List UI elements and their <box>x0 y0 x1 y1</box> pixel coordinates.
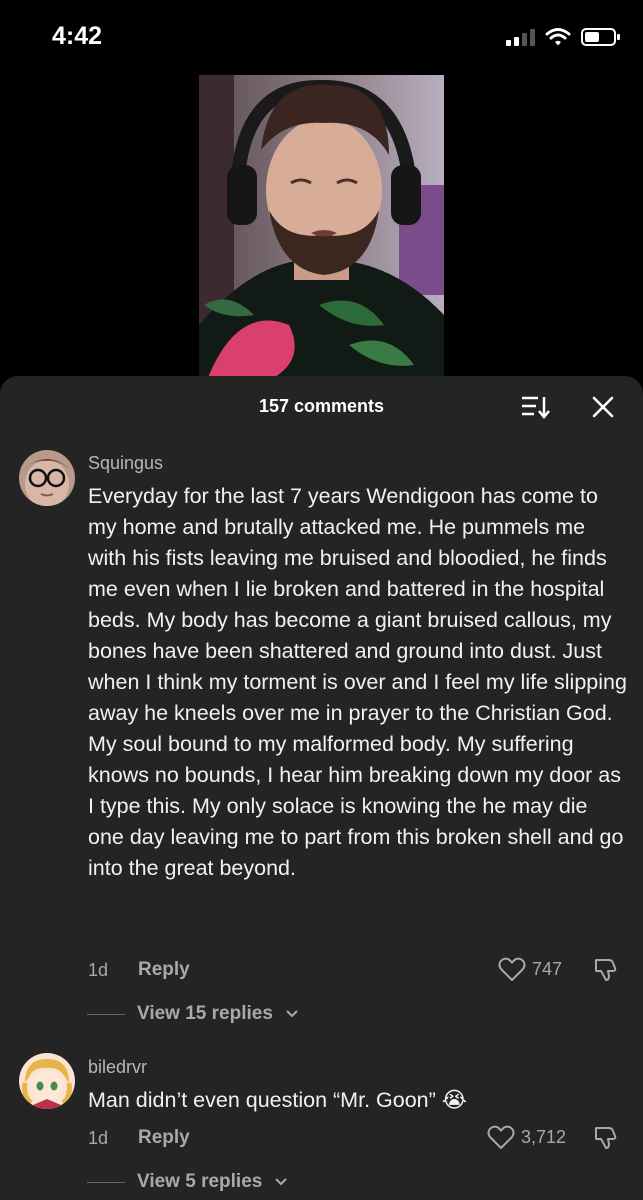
view-replies-button[interactable]: View 15 replies <box>87 1003 299 1025</box>
chevron-down-icon <box>275 1178 288 1186</box>
comment-age: 1d <box>88 1128 109 1148</box>
comments-header: 157 comments <box>0 376 643 438</box>
reply-button[interactable]: Reply <box>138 959 190 981</box>
sort-icon[interactable] <box>520 394 550 420</box>
like-button[interactable]: 3,712 <box>487 1124 566 1150</box>
cellular-signal-icon <box>506 28 535 46</box>
comments-sheet: 157 comments Squingus Everyday for the l… <box>0 376 643 1200</box>
close-icon[interactable] <box>590 394 616 420</box>
like-count: 747 <box>532 958 563 979</box>
like-count: 3,712 <box>521 1126 567 1147</box>
replies-divider <box>87 1013 125 1015</box>
dislike-icon[interactable] <box>593 956 619 982</box>
heart-icon <box>487 1125 515 1149</box>
status-time: 4:42 <box>52 22 103 50</box>
like-button[interactable]: 747 <box>498 956 562 982</box>
heart-icon <box>498 957 526 981</box>
dislike-icon[interactable] <box>593 1124 619 1150</box>
crying-face-emoji: 😭 <box>441 1088 467 1113</box>
avatar[interactable] <box>19 1053 75 1109</box>
view-replies-label: View 15 replies <box>137 1003 273 1024</box>
comment-text: Man didn’t even question “Mr. Goon” 😭 <box>88 1085 628 1116</box>
chevron-down-icon <box>286 1010 298 1018</box>
status-icons <box>506 27 621 47</box>
avatar[interactable] <box>19 450 75 506</box>
comment-age: 1d <box>88 960 109 980</box>
status-bar: 4:42 <box>0 0 643 75</box>
view-replies-button[interactable]: View 5 replies <box>87 1171 288 1193</box>
video-player[interactable] <box>199 75 444 385</box>
comment-text: Everyday for the last 7 years Wendigoon … <box>88 484 627 880</box>
comment-username[interactable]: Squingus <box>88 453 163 474</box>
comment-username[interactable]: biledrvr <box>88 1057 147 1078</box>
reply-button[interactable]: Reply <box>138 1127 190 1149</box>
battery-icon <box>581 28 620 46</box>
view-replies-label: View 5 replies <box>137 1171 263 1192</box>
replies-divider <box>87 1181 125 1183</box>
wifi-icon <box>545 28 571 46</box>
comment-text-body: Man didn’t even question “Mr. Goon” <box>88 1088 436 1112</box>
